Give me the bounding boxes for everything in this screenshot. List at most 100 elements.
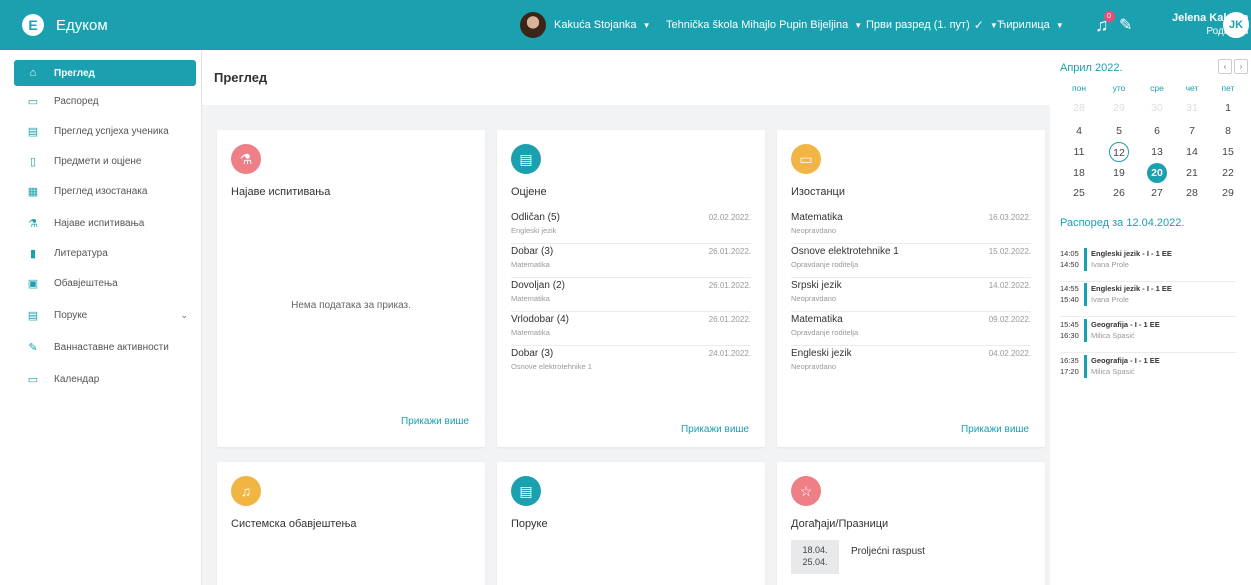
calendar-day[interactable]: 8 [1218,121,1238,141]
list-item[interactable]: Vrlodobar (4) Matematika 26.01.2022. [511,312,751,346]
show-more-link[interactable]: Прикажи више [401,416,469,427]
start-time: 16:35 [1060,356,1079,365]
sidebar-item-literature[interactable]: ▮ Литература [14,240,196,266]
calendar-day[interactable]: 28 [1182,183,1202,203]
calendar-day[interactable]: 29 [1109,98,1129,118]
student-selector[interactable]: Kakuća Stojanka ▼ [520,0,650,50]
calendar-day[interactable]: 19 [1109,163,1129,183]
calendar-day[interactable]: 30 [1147,98,1167,118]
user-avatar-wrap[interactable]: JK [1215,0,1249,50]
list-item[interactable]: Dobar (3) Osnove elektrotehnike 1 24.01.… [511,346,751,380]
entry-subtitle: Matematika [511,260,550,269]
sidebar-item-schedule[interactable]: ▭ Распоред [14,88,196,114]
list-item[interactable]: Odličan (5) Engleski jezik 02.02.2022. [511,210,751,244]
schedule-teacher: Ivana Prole [1091,295,1129,304]
schedule-bar [1084,319,1087,342]
entry-date: 24.01.2022. [708,349,751,358]
grade-selector[interactable]: Први разред (1. пут) ✓ ▼ [866,0,998,50]
notifications-button[interactable]: ♫ 0 [1095,0,1115,50]
notification-badge: 0 [1103,10,1115,22]
sidebar-item-extracurricular[interactable]: ✎ Ваннаставне активности [14,334,196,360]
sidebar-item-exam-announcements[interactable]: ⚗ Најаве испитивања [14,210,196,236]
sidebar-item-absences[interactable]: ▦ Преглед изостанака [14,178,196,204]
sidebar-item-label: Поруке [54,309,88,321]
sidebar-item-label: Распоред [54,95,99,107]
show-more-link[interactable]: Прикажи више [961,424,1029,435]
list-item[interactable]: Engleski jezik Neopravdano 04.02.2022. [791,346,1031,380]
entry-title: Engleski jezik [791,348,852,359]
calendar-star-icon: ☆ [791,476,821,506]
entry-subtitle: Matematika [511,328,550,337]
sidebar-item-subjects-grades[interactable]: ▯ Предмети и оцјене [14,148,196,174]
list-item[interactable]: Osnove elektrotehnike 1 Opravdanje rodit… [791,244,1031,278]
entry-subtitle: Neopravdano [791,294,837,303]
calendar-day[interactable]: 7 [1182,121,1202,141]
schedule-item[interactable]: 14:55 15:40 Engleski jezik - I - 1 EE Iv… [1060,283,1236,317]
calendar-day[interactable]: 22 [1218,163,1238,183]
schedule-item[interactable]: 16:35 17:20 Geografija - I - 1 EE Milica… [1060,355,1236,389]
feather-icon[interactable]: ✎ [1119,0,1132,50]
bell-icon: ♫ [231,476,261,506]
schedule-bar [1084,248,1087,271]
sidebar-item-student-success[interactable]: ▤ Преглед успјеха ученика [14,118,196,144]
calendar-day[interactable]: 26 [1109,183,1129,203]
chevron-right-icon[interactable]: › [1234,59,1248,74]
list-item[interactable]: 18.04. 25.04. Proljećni raspust [791,540,1031,580]
schedule-teacher: Milica Spasić [1091,367,1135,376]
schedule-times: 14:05 14:50 [1060,248,1082,270]
calendar-day[interactable]: 27 [1147,183,1167,203]
calendar-day[interactable]: 25 [1069,183,1089,203]
school-selector[interactable]: Tehnička škola Mihajlo Pupin Bijeljina ▼ [666,0,862,50]
entry-date: 04.02.2022. [988,349,1031,358]
calendar-day[interactable]: 18 [1069,163,1089,183]
calendar-day[interactable]: 11 [1069,142,1089,162]
logo-icon: E [22,14,44,36]
list-item[interactable]: Matematika Opravdanje roditelja 09.02.20… [791,312,1031,346]
sidebar-item-label: Литература [54,247,108,259]
script-selector[interactable]: Ћирилица ▼ [997,0,1064,50]
calendar-day[interactable]: 29 [1218,183,1238,203]
calendar-day[interactable]: 5 [1109,121,1129,141]
event-date-from: 18.04. [802,545,828,555]
calendar-day-today[interactable]: 20 [1147,163,1167,183]
home-icon: ⌂ [29,67,37,79]
report-icon: ▤ [27,125,39,138]
schedule-item[interactable]: 15:45 16:30 Geografija - I - 1 EE Milica… [1060,319,1236,353]
calendar-day[interactable]: 21 [1182,163,1202,183]
calendar-day[interactable]: 13 [1147,142,1167,162]
student-photo [520,12,546,38]
list-item[interactable]: Dovoljan (2) Matematika 26.01.2022. [511,278,751,312]
calendar-day[interactable]: 31 [1182,98,1202,118]
page-header: Преглед [202,50,1050,105]
entry-date: 02.02.2022. [708,213,751,222]
flask-icon: ⚗ [231,144,261,174]
app-logo[interactable]: E Едуком [22,14,108,36]
sidebar-item-overview[interactable]: ⌂ Преглед [14,60,196,86]
calendar-day[interactable]: 14 [1182,142,1202,162]
entry-subtitle: Matematika [511,294,550,303]
sidebar-item-messages[interactable]: ▤ Поруке ⌄ [14,302,196,328]
calendar-day[interactable]: 4 [1069,121,1089,141]
chevron-left-icon[interactable]: ‹ [1218,59,1232,74]
list-item[interactable]: Matematika Neopravdano 16.03.2022. [791,210,1031,244]
calendar-day[interactable]: 28 [1069,98,1089,118]
card-title: Најаве испитивања [231,186,331,198]
list-item[interactable]: Dobar (3) Matematika 26.01.2022. [511,244,751,278]
calendar-month-title: Април 2022. [1060,62,1123,74]
message-icon: ▤ [511,476,541,506]
sidebar-item-calendar[interactable]: ▭ Календар [14,366,196,392]
end-time: 15:40 [1060,295,1079,304]
list-item[interactable]: Srpski jezik Neopravdano 14.02.2022. [791,278,1031,312]
calendar-day[interactable]: 6 [1147,121,1167,141]
calendar-day-selected[interactable]: 12 [1109,142,1129,162]
calendar-day[interactable]: 1 [1218,98,1238,118]
entry-date: 26.01.2022. [708,247,751,256]
sidebar-item-label: Предмети и оцјене [54,155,142,167]
calendar-day[interactable]: 15 [1218,142,1238,162]
entry-date: 15.02.2022. [988,247,1031,256]
schedule-item[interactable]: 14:05 14:50 Engleski jezik - I - 1 EE Iv… [1060,248,1236,282]
messages-card: ▤ Поруке [497,462,765,585]
show-more-link[interactable]: Прикажи више [681,424,749,435]
avatar: JK [1223,12,1249,38]
sidebar-item-announcements[interactable]: ▣ Обавјештења [14,270,196,296]
